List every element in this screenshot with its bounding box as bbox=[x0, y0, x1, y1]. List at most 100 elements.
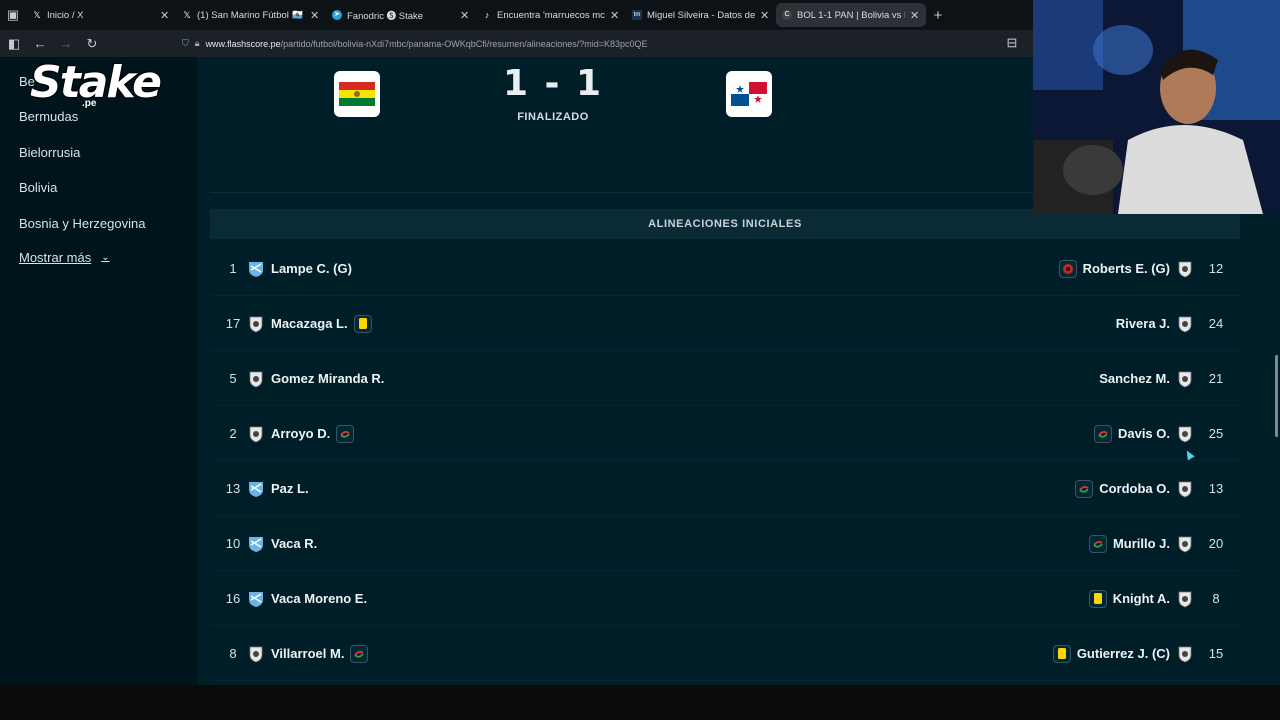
new-tab-icon[interactable]: + bbox=[926, 3, 950, 27]
close-tab-icon[interactable]: ✕ bbox=[460, 9, 470, 22]
x-logo-icon: 𝕏 bbox=[33, 10, 41, 20]
away-shirt-number: 20 bbox=[1208, 536, 1224, 551]
away-shirt-number: 24 bbox=[1208, 316, 1224, 331]
reader-view-icon[interactable]: ⊟ bbox=[1000, 31, 1024, 55]
close-tab-icon[interactable]: ✕ bbox=[310, 9, 320, 22]
away-shirt-number: 15 bbox=[1208, 646, 1224, 661]
taskbar bbox=[0, 685, 1280, 720]
show-more-label: Mostrar más bbox=[19, 250, 92, 265]
logo-sub: .pe bbox=[82, 98, 97, 109]
browser-tab[interactable]: 𝕏 (1) San Marino Fútbol 🇸🇲 en X: " ✕ bbox=[176, 3, 326, 27]
tab-title: Inicio / X bbox=[47, 9, 84, 21]
x-logo-icon: 𝕏 bbox=[183, 10, 191, 20]
home-shirt-number: 16 bbox=[225, 591, 241, 606]
panama-flag-icon[interactable] bbox=[726, 71, 772, 117]
telegram-icon: ➤ bbox=[332, 10, 342, 20]
player-name[interactable]: Paz L. bbox=[271, 481, 309, 496]
transfermarkt-icon: tm bbox=[632, 10, 642, 20]
away-shirt-number: 25 bbox=[1208, 426, 1224, 441]
sidebar-item[interactable]: Bosnia y Herzegovina bbox=[19, 216, 145, 231]
player-name[interactable]: Cordoba O. bbox=[1099, 481, 1170, 496]
country-sidebar: Be Bermudas Bielorrusia Bolivia Bosnia y… bbox=[0, 57, 197, 685]
club-badge-icon bbox=[1176, 590, 1194, 608]
substitution-icon bbox=[1075, 479, 1094, 498]
away-player[interactable]: Davis O. bbox=[1093, 406, 1194, 461]
away-player[interactable]: Roberts E. (G) bbox=[1058, 241, 1194, 296]
away-player[interactable]: Cordoba O. bbox=[1075, 461, 1194, 516]
close-tab-icon[interactable]: ✕ bbox=[760, 9, 770, 22]
player-name[interactable]: Macazaga L. bbox=[271, 316, 348, 331]
player-name[interactable]: Vaca Moreno E. bbox=[271, 591, 367, 606]
player-name[interactable]: Roberts E. (G) bbox=[1083, 261, 1170, 276]
home-player[interactable]: Villarroel M. bbox=[247, 626, 369, 681]
close-tab-icon[interactable]: ✕ bbox=[610, 9, 620, 22]
home-player[interactable]: Gomez Miranda R. bbox=[247, 351, 384, 406]
player-name[interactable]: Vaca R. bbox=[271, 536, 317, 551]
home-player[interactable]: Arroyo D. bbox=[247, 406, 355, 461]
home-shirt-number: 2 bbox=[229, 426, 237, 441]
bolivar-badge-icon bbox=[247, 480, 265, 498]
club-badge-icon bbox=[1176, 315, 1194, 333]
reload-icon[interactable]: ↻ bbox=[80, 32, 104, 56]
browser-tab[interactable]: ♪ Encuentra 'marruecos mcdonalds' ✕ bbox=[476, 3, 626, 27]
ball-icon bbox=[1058, 259, 1077, 278]
player-name[interactable]: Davis O. bbox=[1118, 426, 1170, 441]
flashscore-icon: C bbox=[782, 10, 792, 20]
lineup-row: 10 Vaca R. Murillo J. 20 bbox=[210, 516, 1240, 571]
yellow-card-icon bbox=[1052, 644, 1071, 663]
club-badge-icon bbox=[1176, 425, 1194, 443]
home-player[interactable]: Macazaga L. bbox=[247, 296, 372, 351]
show-more-link[interactable]: Mostrar más ⌄ bbox=[19, 250, 110, 265]
tiktok-icon: ♪ bbox=[484, 10, 490, 20]
home-shirt-number: 13 bbox=[225, 481, 241, 496]
close-tab-icon[interactable]: ✕ bbox=[160, 9, 170, 22]
browser-tab[interactable]: 𝕏 Inicio / X ✕ bbox=[26, 3, 176, 27]
player-name[interactable]: Gutierrez J. (C) bbox=[1077, 646, 1170, 661]
home-player[interactable]: Vaca Moreno E. bbox=[247, 571, 367, 626]
player-name[interactable]: Knight A. bbox=[1113, 591, 1170, 606]
player-name[interactable]: Rivera J. bbox=[1116, 316, 1170, 331]
yellow-card-icon bbox=[353, 314, 372, 333]
away-player[interactable]: Gutierrez J. (C) bbox=[1052, 626, 1194, 681]
home-player[interactable]: Paz L. bbox=[247, 461, 309, 516]
away-shirt-number: 13 bbox=[1208, 481, 1224, 496]
stake-logo: Stake .pe bbox=[30, 56, 162, 114]
club-badge-icon bbox=[1176, 370, 1194, 388]
home-shirt-number: 17 bbox=[225, 316, 241, 331]
player-name[interactable]: Villarroel M. bbox=[271, 646, 344, 661]
shield-icon[interactable]: ⛉ bbox=[182, 38, 189, 49]
home-player[interactable]: Lampe C. (G) bbox=[247, 241, 352, 296]
player-name[interactable]: Lampe C. (G) bbox=[271, 261, 352, 276]
tab-title: Miguel Silveira - Datos detallad bbox=[647, 9, 755, 21]
away-player[interactable]: Sanchez M. bbox=[1099, 351, 1194, 406]
yellow-card-icon bbox=[1088, 589, 1107, 608]
player-name[interactable]: Sanchez M. bbox=[1099, 371, 1170, 386]
player-name[interactable]: Gomez Miranda R. bbox=[271, 371, 384, 386]
home-player[interactable]: Vaca R. bbox=[247, 516, 317, 571]
sidebar-item[interactable]: Bielorrusia bbox=[19, 145, 80, 160]
browser-tab-active[interactable]: C BOL 1-1 PAN | Bolivia vs Panam ✕ bbox=[776, 3, 926, 27]
forward-icon[interactable]: → bbox=[54, 32, 78, 56]
home-shirt-number: 1 bbox=[229, 261, 237, 276]
match-score: 1 - 1 bbox=[502, 63, 604, 104]
tab-actions-icon[interactable]: ▣ bbox=[0, 0, 26, 30]
substitution-icon bbox=[336, 424, 355, 443]
address-bar[interactable]: ⛉ 🔒︎ www.flashscore.pe/partido/futbol/bo… bbox=[174, 33, 1022, 54]
sidebar-toggle-icon[interactable]: ◧ bbox=[2, 32, 26, 56]
away-player[interactable]: Murillo J. bbox=[1088, 516, 1194, 571]
club-badge-icon bbox=[1176, 535, 1194, 553]
player-name[interactable]: Murillo J. bbox=[1113, 536, 1170, 551]
player-name[interactable]: Arroyo D. bbox=[271, 426, 330, 441]
close-tab-icon[interactable]: ✕ bbox=[910, 9, 920, 22]
away-player[interactable]: Knight A. bbox=[1088, 571, 1194, 626]
lineup-row: 17 Macazaga L. Rivera J. 24 bbox=[210, 296, 1240, 351]
sidebar-item[interactable]: Bolivia bbox=[19, 180, 57, 195]
lineup-row: 5 Gomez Miranda R. Sanchez M. 21 bbox=[210, 351, 1240, 406]
scrollbar-thumb[interactable] bbox=[1275, 355, 1278, 437]
away-player[interactable]: Rivera J. bbox=[1116, 296, 1194, 351]
browser-tab[interactable]: tm Miguel Silveira - Datos detallad ✕ bbox=[626, 3, 776, 27]
leganes-badge-icon bbox=[247, 315, 265, 333]
back-icon[interactable]: ← bbox=[28, 32, 52, 56]
away-shirt-number: 8 bbox=[1212, 591, 1220, 606]
browser-tab[interactable]: ➤ Fanodric 🅢 Stake ✕ bbox=[326, 3, 476, 27]
